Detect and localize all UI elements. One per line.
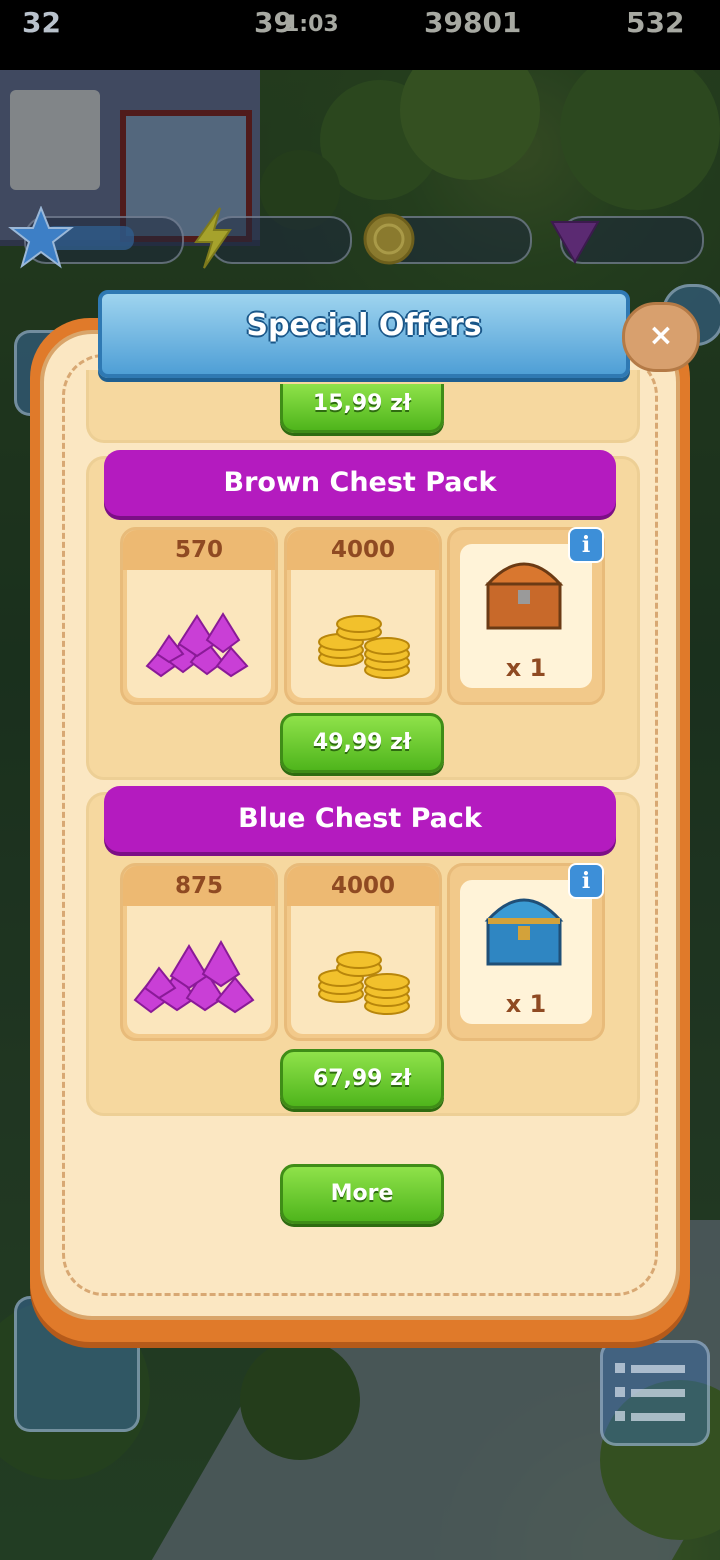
coin-icon [363, 213, 415, 265]
buy-button-previous[interactable]: 15,99 zł [280, 384, 444, 433]
pack-title: Brown Chest Pack [104, 450, 616, 516]
chest-quantity: x 1 [505, 654, 547, 682]
gem-pile-icon [133, 939, 255, 1014]
pack-title: Blue Chest Pack [104, 786, 616, 852]
gems-reward: 570 [120, 527, 278, 705]
chest-quantity: x 1 [505, 990, 547, 1018]
level-value: 32 [22, 6, 61, 39]
gems-value: 532 [626, 6, 685, 39]
level-star-icon [8, 206, 74, 269]
info-button[interactable]: i [568, 863, 604, 899]
close-button[interactable]: × [622, 302, 700, 372]
popup-title: Special Offers [246, 308, 482, 343]
coins-amount: 4000 [287, 866, 439, 906]
more-button[interactable]: More [280, 1164, 444, 1224]
coins-reward: 4000 [284, 863, 442, 1041]
gem-icon [550, 221, 600, 265]
coin-stack-icon [318, 615, 410, 679]
checklist-icon [615, 1363, 685, 1421]
gems-amount: 570 [123, 530, 275, 570]
tasks-button[interactable] [600, 1340, 710, 1446]
energy-timer: 1:03 [284, 12, 339, 37]
gems-reward: 875 [120, 863, 278, 1041]
coins-reward: 4000 [284, 527, 442, 705]
status-bar [0, 0, 720, 70]
gem-pile-icon [145, 612, 249, 678]
buy-button-blue-chest[interactable]: 67,99 zł [280, 1049, 444, 1109]
coin-stack-icon [318, 951, 410, 1015]
title-ribbon: Special Offers [98, 290, 630, 378]
info-button[interactable]: i [568, 527, 604, 563]
coins-value: 39801 [424, 6, 522, 39]
buy-button-brown-chest[interactable]: 49,99 zł [280, 713, 444, 773]
coins-amount: 4000 [287, 530, 439, 570]
gems-amount: 875 [123, 866, 275, 906]
lightning-icon [194, 207, 232, 269]
